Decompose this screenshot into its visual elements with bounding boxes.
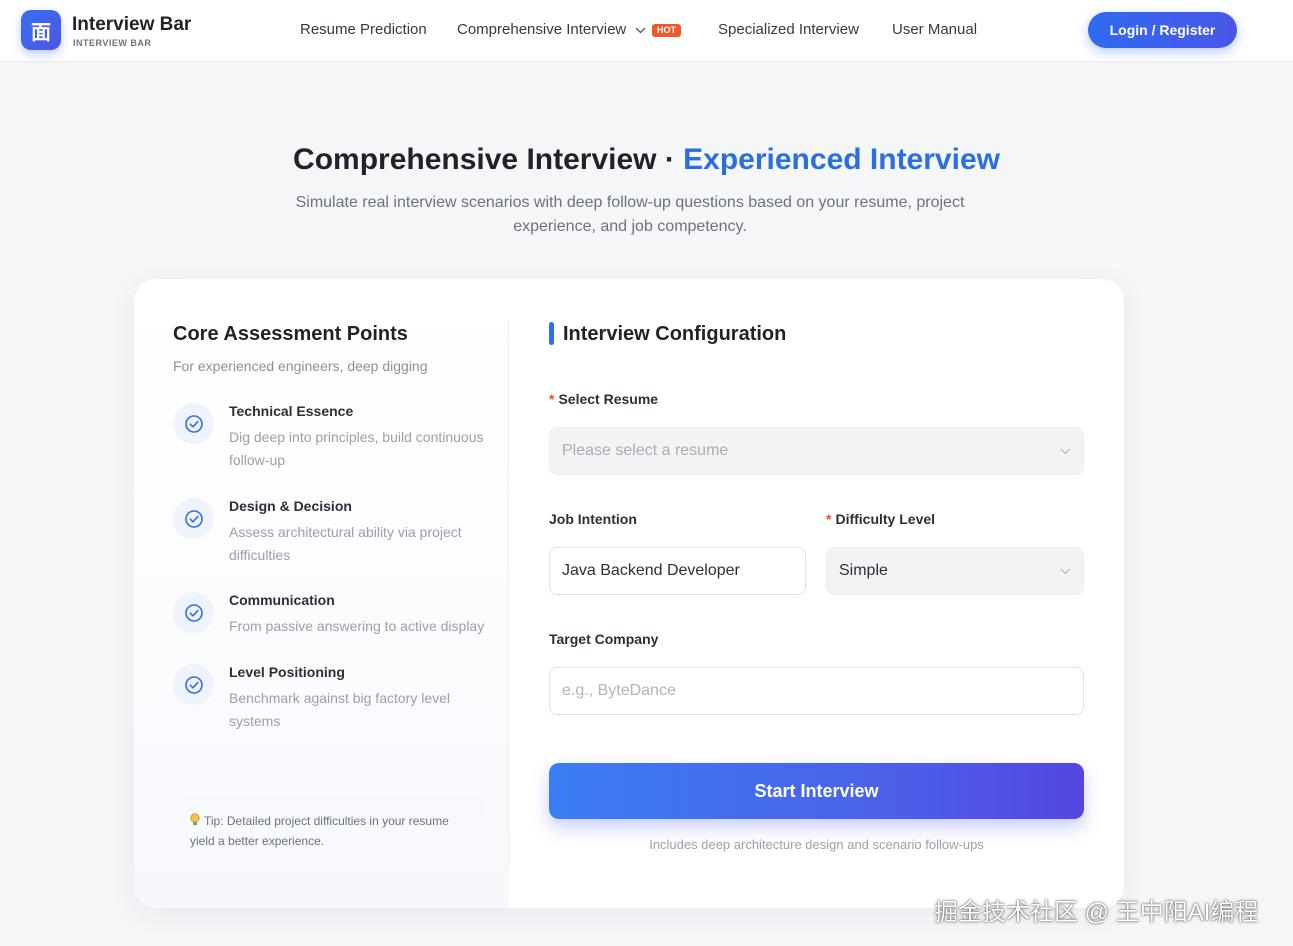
nav-user-manual[interactable]: User Manual (892, 21, 977, 38)
point-description: Assess architectural ability via project… (229, 524, 462, 563)
core-assessment-panel: Core Assessment Points For experienced e… (134, 279, 509, 908)
check-circle-icon (173, 664, 214, 705)
lightbulb-icon (190, 813, 200, 827)
point-title: Technical Essence (229, 403, 354, 419)
chevron-down-icon (635, 25, 646, 37)
page-title-accent: Experienced Interview (683, 143, 1000, 176)
check-circle-icon (173, 403, 214, 444)
check-circle-icon (173, 592, 214, 633)
page-title-main: Comprehensive Interview · (293, 143, 684, 176)
nav-comprehensive-interview[interactable]: Comprehensive Interview (457, 21, 646, 38)
check-circle-icon (173, 498, 214, 539)
point-description: From passive answering to active display (229, 618, 485, 634)
target-company-input[interactable] (549, 667, 1084, 715)
start-interview-button[interactable]: Start Interview (549, 763, 1084, 819)
resume-select-placeholder: Please select a resume (562, 442, 729, 459)
nav-specialized-interview-label: Specialized Interview (718, 21, 859, 38)
difficulty-select-value: Simple (839, 562, 888, 579)
core-subtitle: For experienced engineers, deep digging (173, 358, 428, 374)
brand-name[interactable]: Interview Bar (72, 14, 191, 36)
resume-label: * Select Resume (549, 391, 658, 407)
job-intention-input[interactable] (549, 547, 806, 595)
nav-resume-prediction[interactable]: Resume Prediction (300, 21, 427, 38)
company-label: Target Company (549, 631, 659, 647)
difficulty-select[interactable]: Simple (826, 547, 1084, 595)
nav-comprehensive-interview-label: Comprehensive Interview (457, 21, 627, 38)
start-note: Includes deep architecture design and sc… (649, 837, 984, 852)
config-title: Interview Configuration (563, 323, 787, 345)
chevron-down-icon (1060, 444, 1071, 458)
login-register-button[interactable]: Login / Register (1088, 12, 1237, 48)
interview-card: Core Assessment Points For experienced e… (134, 279, 1124, 908)
resume-select[interactable]: Please select a resume (549, 427, 1084, 475)
point-title: Communication (229, 592, 335, 608)
nav-resume-prediction-label: Resume Prediction (300, 21, 427, 38)
point-title: Level Positioning (229, 664, 345, 680)
chevron-down-icon (1060, 564, 1071, 578)
page-description: Simulate real interview scenarios with d… (295, 194, 965, 235)
section-accent-bar (549, 322, 554, 345)
point-description: Dig deep into principles, build continuo… (229, 429, 484, 468)
page-title: Comprehensive Interview · Experienced In… (0, 143, 1293, 177)
difficulty-label: * Difficulty Level (826, 511, 935, 527)
core-title: Core Assessment Points (173, 323, 408, 345)
point-description: Benchmark against big factory level syst… (229, 690, 450, 729)
point-title: Design & Decision (229, 498, 352, 514)
required-mark: * (549, 391, 555, 407)
difficulty-label-text: Difficulty Level (835, 511, 936, 527)
logo-icon[interactable]: 面 (21, 10, 61, 50)
resume-label-text: Select Resume (558, 391, 659, 407)
brand-subtitle: INTERVIEW BAR (73, 38, 152, 48)
hot-badge: HOT (652, 24, 681, 37)
job-label: Job Intention (549, 511, 637, 527)
nav-user-manual-label: User Manual (892, 21, 978, 38)
required-mark: * (826, 511, 832, 527)
top-navbar: 面 Interview Bar INTERVIEW BAR Resume Pre… (0, 0, 1293, 62)
panel-divider (508, 320, 509, 868)
tip-text: Tip: Detailed project difficulties in yo… (190, 814, 449, 848)
nav-specialized-interview[interactable]: Specialized Interview (718, 21, 859, 38)
tip-box: Tip: Detailed project difficulties in yo… (178, 795, 484, 867)
watermark: 掘金技术社区 @ 王中阳AI编程 (934, 899, 1259, 926)
